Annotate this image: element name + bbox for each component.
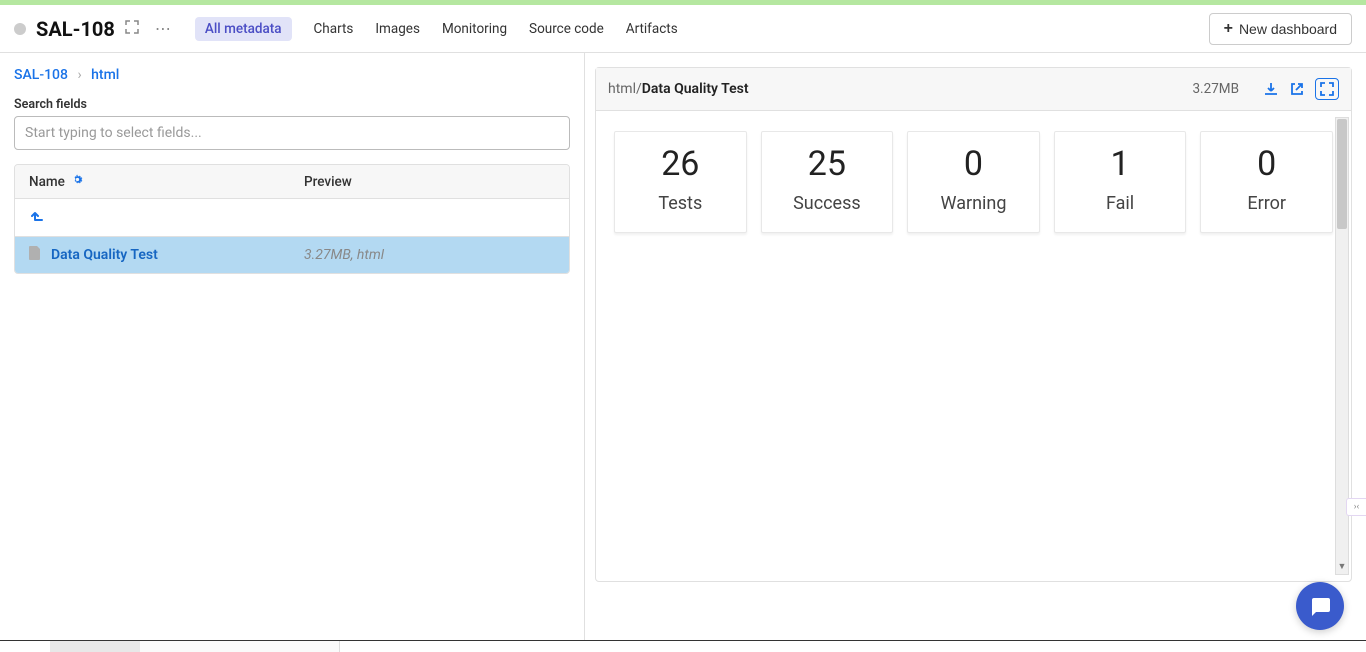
chat-icon bbox=[1308, 594, 1332, 618]
resize-icon[interactable] bbox=[125, 20, 139, 38]
tab-monitoring[interactable]: Monitoring bbox=[442, 17, 507, 41]
scroll-thumb[interactable] bbox=[1337, 119, 1347, 229]
stat-label: Warning bbox=[908, 193, 1039, 214]
back-row[interactable] bbox=[15, 199, 569, 237]
tab-source-code[interactable]: Source code bbox=[529, 17, 604, 41]
stat-tests: 26 Tests bbox=[614, 131, 747, 233]
search-label: Search fields bbox=[14, 97, 570, 112]
preview-path: html/Data Quality Test bbox=[608, 81, 749, 97]
stat-fail: 1 Fail bbox=[1054, 131, 1187, 233]
gear-icon[interactable] bbox=[71, 173, 84, 190]
preview-panel: html/Data Quality Test 3.27MB 26 bbox=[595, 67, 1352, 582]
stat-value: 0 bbox=[908, 146, 1039, 183]
stat-warning: 0 Warning bbox=[907, 131, 1040, 233]
fields-table: Name Preview bbox=[14, 164, 570, 274]
preview-size: 3.27MB bbox=[1192, 81, 1239, 97]
bottom-segment bbox=[50, 641, 140, 652]
stat-success: 25 Success bbox=[761, 131, 894, 233]
preview-body: 26 Tests 25 Success 0 Warning 1 Fail bbox=[596, 111, 1351, 581]
preview-path-prefix: html/ bbox=[608, 81, 642, 97]
download-icon[interactable] bbox=[1263, 81, 1279, 97]
column-preview[interactable]: Preview bbox=[290, 165, 569, 198]
top-bar: SAL-108 ⋯ All metadata Charts Images Mon… bbox=[0, 5, 1366, 53]
stat-value: 25 bbox=[762, 146, 893, 183]
breadcrumb-current[interactable]: html bbox=[91, 67, 119, 83]
breadcrumb: SAL-108 › html bbox=[14, 67, 570, 83]
new-dashboard-label: New dashboard bbox=[1239, 21, 1337, 37]
back-up-icon bbox=[31, 208, 45, 227]
column-name-label: Name bbox=[29, 174, 65, 190]
preview-header: html/Data Quality Test 3.27MB bbox=[596, 68, 1351, 111]
external-link-icon[interactable] bbox=[1289, 81, 1305, 97]
stat-value: 26 bbox=[615, 146, 746, 183]
tab-all-metadata[interactable]: All metadata bbox=[195, 17, 292, 41]
column-preview-label: Preview bbox=[304, 174, 352, 190]
status-dot-icon bbox=[14, 23, 26, 35]
plus-icon: + bbox=[1224, 20, 1233, 38]
right-pane: html/Data Quality Test 3.27MB 26 bbox=[585, 53, 1366, 640]
chevron-right-icon: › bbox=[77, 67, 81, 83]
tab-charts[interactable]: Charts bbox=[314, 17, 354, 41]
tab-images[interactable]: Images bbox=[375, 17, 420, 41]
chat-fab[interactable] bbox=[1296, 582, 1344, 630]
table-row[interactable]: Data Quality Test 3.27MB, html bbox=[15, 237, 569, 273]
stat-value: 0 bbox=[1201, 146, 1332, 183]
file-name: Data Quality Test bbox=[51, 247, 158, 263]
bottom-segment bbox=[140, 641, 340, 652]
stat-label: Fail bbox=[1055, 193, 1186, 214]
stat-label: Tests bbox=[615, 193, 746, 214]
tabs: All metadata Charts Images Monitoring So… bbox=[195, 17, 678, 41]
project-title: SAL-108 bbox=[36, 17, 115, 41]
stat-label: Error bbox=[1201, 193, 1332, 214]
stat-error: 0 Error bbox=[1200, 131, 1333, 233]
new-dashboard-button[interactable]: + New dashboard bbox=[1209, 13, 1352, 45]
file-preview: 3.27MB, html bbox=[290, 238, 569, 272]
table-header: Name Preview bbox=[15, 165, 569, 199]
column-name[interactable]: Name bbox=[15, 165, 290, 198]
file-icon bbox=[29, 246, 41, 264]
main: SAL-108 › html Search fields Name Previe… bbox=[0, 53, 1366, 640]
stat-value: 1 bbox=[1055, 146, 1186, 183]
stats-row: 26 Tests 25 Success 0 Warning 1 Fail bbox=[596, 111, 1351, 247]
tab-artifacts[interactable]: Artifacts bbox=[626, 17, 678, 41]
stat-label: Success bbox=[762, 193, 893, 214]
scroll-down-icon[interactable]: ▼ bbox=[1336, 560, 1348, 574]
side-toggle-icon[interactable]: ›‹ bbox=[1346, 498, 1366, 516]
left-pane: SAL-108 › html Search fields Name Previe… bbox=[0, 53, 585, 640]
bottom-bar bbox=[0, 640, 1366, 652]
breadcrumb-root[interactable]: SAL-108 bbox=[14, 67, 68, 83]
fullscreen-icon[interactable] bbox=[1315, 78, 1339, 100]
search-input[interactable] bbox=[14, 116, 570, 150]
preview-path-name: Data Quality Test bbox=[642, 81, 749, 97]
more-icon[interactable]: ⋯ bbox=[155, 19, 171, 38]
